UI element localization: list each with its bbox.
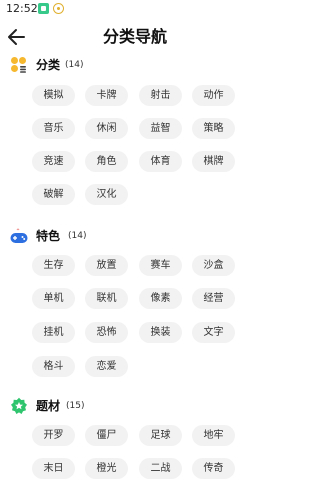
tag-item[interactable]: 单机 — [32, 288, 75, 309]
tag-item[interactable]: 经营 — [192, 288, 235, 309]
tag-item[interactable]: 沙盒 — [192, 255, 235, 276]
tag-item[interactable]: 格斗 — [32, 356, 75, 377]
tag-item[interactable]: 足球 — [139, 425, 182, 446]
tag-item[interactable]: 文字 — [192, 322, 235, 343]
section-category: 分类 (14) 模拟 卡牌 射击 动作 音乐 休闲 益智 策略 竞速 角色 体育… — [0, 56, 270, 216]
tag-item[interactable]: 益智 — [139, 118, 182, 139]
section-header: 题材 (15) — [10, 397, 260, 417]
tag-item[interactable]: 联机 — [85, 288, 128, 309]
section-count: (14) — [68, 231, 87, 241]
tag-item[interactable]: 橙光 — [85, 458, 128, 479]
tag-item[interactable]: 破解 — [32, 184, 75, 205]
tag-item[interactable]: 赛车 — [139, 255, 182, 276]
tag-item[interactable]: 棋牌 — [192, 151, 235, 172]
status-time: 12:52 — [6, 2, 38, 15]
section-title: 分类 — [36, 58, 61, 72]
gamepad-icon — [10, 228, 28, 243]
section-title: 特色 — [36, 229, 61, 243]
tag-item[interactable]: 开罗 — [32, 425, 75, 446]
category-grid-icon — [11, 57, 26, 73]
tag-item[interactable]: 放置 — [85, 255, 128, 276]
header: 分类导航 — [0, 20, 270, 54]
page-title: 分类导航 — [102, 27, 167, 46]
section-count: (15) — [66, 401, 85, 411]
section-count: (14) — [65, 60, 84, 70]
tag-item[interactable]: 地牢 — [192, 425, 235, 446]
tag-item[interactable]: 恐怖 — [85, 322, 128, 343]
tag-item[interactable]: 动作 — [192, 85, 235, 106]
section-header: 特色 (14) — [10, 227, 260, 247]
tag-item[interactable]: 像素 — [139, 288, 182, 309]
tag-item[interactable]: 竞速 — [32, 151, 75, 172]
status-bar: 12:52 — [0, 0, 270, 18]
app-notification-icon — [38, 3, 49, 14]
tag-item[interactable]: 生存 — [32, 255, 75, 276]
hotspot-icon — [53, 3, 64, 14]
tag-item[interactable]: 角色 — [85, 151, 128, 172]
tag-item[interactable]: 模拟 — [32, 85, 75, 106]
tag-item[interactable]: 挂机 — [32, 322, 75, 343]
section-feature: 特色 (14) 生存 放置 赛车 沙盒 单机 联机 像素 经营 挂机 恐怖 换装… — [0, 227, 270, 387]
tag-item[interactable]: 射击 — [139, 85, 182, 106]
tag-item[interactable]: 卡牌 — [85, 85, 128, 106]
star-badge-icon — [11, 397, 27, 414]
tag-item[interactable]: 传奇 — [192, 458, 235, 479]
tag-item[interactable]: 换装 — [139, 322, 182, 343]
tag-item[interactable]: 汉化 — [85, 184, 128, 205]
section-title: 题材 — [36, 399, 61, 413]
tag-item[interactable]: 体育 — [139, 151, 182, 172]
tag-item[interactable]: 音乐 — [32, 118, 75, 139]
tag-item[interactable]: 策略 — [192, 118, 235, 139]
section-header: 分类 (14) — [10, 56, 260, 76]
section-theme: 题材 (15) 开罗 僵尸 足球 地牢 末日 橙光 二战 传奇 — [0, 397, 270, 480]
tag-item[interactable]: 僵尸 — [85, 425, 128, 446]
tag-item[interactable]: 休闲 — [85, 118, 128, 139]
tag-item[interactable]: 二战 — [139, 458, 182, 479]
tag-item[interactable]: 恋爱 — [85, 356, 128, 377]
tag-item[interactable]: 末日 — [32, 458, 75, 479]
